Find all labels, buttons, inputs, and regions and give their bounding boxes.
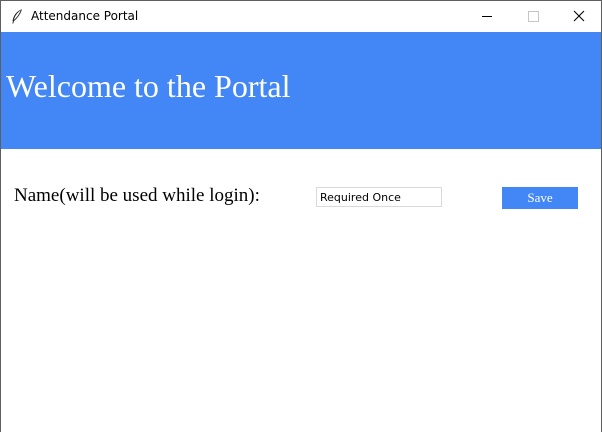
app-window: Attendance Portal Welcome to the Portal … xyxy=(0,0,602,432)
save-button[interactable]: Save xyxy=(502,187,578,209)
title-bar[interactable]: Attendance Portal xyxy=(1,1,601,31)
feather-icon xyxy=(12,9,22,24)
maximize-icon xyxy=(528,11,539,22)
welcome-banner: Welcome to the Portal xyxy=(1,32,601,149)
page-title: Welcome to the Portal xyxy=(6,68,291,104)
minimize-button[interactable] xyxy=(464,1,510,31)
close-button[interactable] xyxy=(556,1,601,31)
name-input[interactable] xyxy=(316,187,442,207)
window-title: Attendance Portal xyxy=(31,9,139,23)
close-icon xyxy=(573,10,585,22)
maximize-button[interactable] xyxy=(510,1,556,31)
minimize-icon xyxy=(482,16,492,17)
name-field-label: Name(will be used while login): xyxy=(14,185,260,206)
